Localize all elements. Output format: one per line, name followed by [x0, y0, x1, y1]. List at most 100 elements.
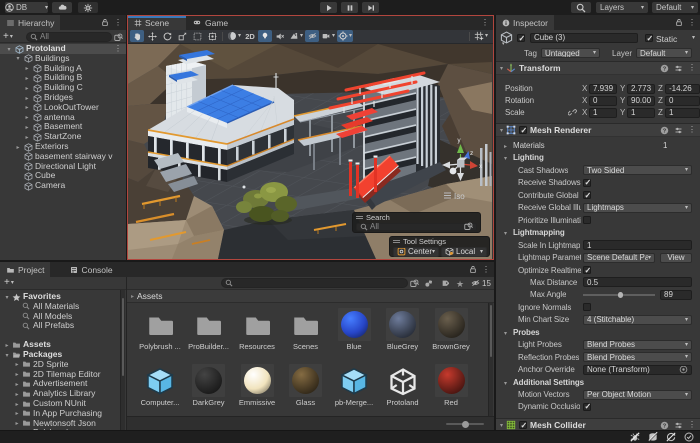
foldout-open-icon[interactable]: ▾: [504, 380, 507, 387]
foldout-closed-icon[interactable]: ▸: [23, 95, 31, 102]
foldout-open-icon[interactable]: ▾: [500, 422, 503, 429]
min-chart-size-dropdown[interactable]: 4 (Stitchable)▾: [583, 315, 692, 325]
scene-picker-icon[interactable]: [114, 33, 123, 42]
layer-dropdown[interactable]: Default▾: [636, 48, 692, 58]
save-search-star-icon[interactable]: ★: [456, 279, 464, 290]
asset-item-red[interactable]: Red: [428, 364, 474, 407]
gizmo-target-button[interactable]: ▾: [337, 30, 353, 42]
cloud-button[interactable]: [52, 2, 72, 13]
help-icon[interactable]: ?: [660, 126, 669, 135]
max-distance-field[interactable]: 0.5: [583, 277, 692, 287]
search-by-type-icon[interactable]: [410, 279, 419, 288]
component-enabled-checkbox[interactable]: [519, 421, 527, 429]
panel-menu-icon[interactable]: ⋮: [114, 19, 122, 27]
eye-crossed-button[interactable]: [305, 30, 319, 42]
light-probes-dropdown[interactable]: Blend Probes▾: [583, 340, 692, 350]
asset-item-glass[interactable]: Glass: [283, 364, 329, 407]
rotate-button[interactable]: [160, 30, 174, 42]
multi-tool-button[interactable]: [205, 30, 219, 42]
foldout-closed-icon[interactable]: ▸: [13, 420, 21, 427]
chevron-right-icon[interactable]: ▸: [131, 293, 134, 300]
max-angle-value-field[interactable]: 89: [660, 290, 692, 300]
asset-item-resources[interactable]: Resources: [234, 308, 280, 351]
contribute-global-checkbox[interactable]: [583, 191, 591, 199]
foldout-open-icon[interactable]: ▾: [500, 127, 503, 134]
preset-icon[interactable]: [674, 64, 683, 73]
hierarchy-item-camera[interactable]: Camera: [0, 181, 126, 191]
x-field[interactable]: 1: [589, 108, 617, 118]
asset-item-computer-[interactable]: Computer...: [137, 364, 183, 407]
y-field[interactable]: 1: [627, 108, 655, 118]
cache-crossed-icon[interactable]: [648, 432, 658, 442]
asset-item-emmissive[interactable]: Emmissive: [234, 364, 280, 407]
audio-muted-button[interactable]: [273, 30, 287, 42]
foldout-open-icon[interactable]: ▾: [3, 352, 11, 359]
foldout-closed-icon[interactable]: ▸: [13, 381, 21, 388]
cast-shadows-dropdown[interactable]: Two Sided▾: [583, 165, 692, 175]
receive-global-illu-dropdown[interactable]: Lightmaps▾: [583, 203, 692, 213]
bug-crossed-icon[interactable]: [630, 432, 640, 442]
search-filter-icon[interactable]: [464, 222, 473, 231]
lock-icon[interactable]: [101, 18, 109, 27]
asset-item-probuilder-[interactable]: ProBuilder...: [186, 308, 232, 351]
tab-project[interactable]: Project: [0, 262, 50, 277]
foldout-open-icon[interactable]: ▾: [504, 330, 507, 337]
foldout-closed-icon[interactable]: ▸: [3, 342, 11, 349]
move-button[interactable]: [145, 30, 159, 42]
check-circle-icon[interactable]: [684, 432, 694, 442]
account-button[interactable]: DB ▾: [5, 2, 48, 13]
scene-search-input[interactable]: All: [356, 223, 477, 232]
bulb-button[interactable]: [258, 30, 272, 42]
foldout-closed-icon[interactable]: ▸: [13, 371, 21, 378]
overlay-handle-icon[interactable]: [356, 215, 363, 221]
hierarchy-item-directional-light[interactable]: Directional Light: [0, 162, 126, 172]
motion-vectors-dropdown[interactable]: Per Object Motion▾: [583, 390, 692, 400]
foldout-closed-icon[interactable]: ▸: [23, 65, 31, 72]
pause-button[interactable]: [341, 2, 358, 13]
z-field[interactable]: 1: [665, 108, 700, 118]
object-name-field[interactable]: Cube (3): [530, 33, 638, 43]
receive-shadows-checkbox[interactable]: [583, 179, 591, 187]
foldout-closed-icon[interactable]: ▸: [23, 104, 31, 111]
foldout-closed-icon[interactable]: ▸: [23, 124, 31, 131]
search-by-import-icon[interactable]: [424, 279, 433, 288]
z-field[interactable]: -14.26: [665, 84, 700, 94]
active-checkbox[interactable]: [517, 34, 525, 42]
foldout-closed-icon[interactable]: ▸: [13, 361, 21, 368]
project-tree-item-all-prefabs[interactable]: All Prefabs: [0, 321, 120, 331]
foldout-closed-icon[interactable]: ▸: [23, 114, 31, 121]
step-button[interactable]: [362, 2, 379, 13]
mesh-renderer-header[interactable]: ▾ Mesh Renderer ? ⋮: [496, 123, 700, 137]
rect-tool-button[interactable]: [190, 30, 204, 42]
component-menu-icon[interactable]: ⋮: [688, 126, 696, 134]
search-by-label-icon[interactable]: [440, 279, 449, 288]
lock-icon[interactable]: [675, 18, 683, 27]
panel-menu-icon[interactable]: ⋮: [688, 19, 696, 27]
hierarchy-search-input[interactable]: All: [26, 32, 112, 42]
thumbnail-size-slider[interactable]: [446, 423, 484, 425]
foldout-open-icon[interactable]: ▾: [5, 46, 13, 53]
services-button[interactable]: [78, 2, 98, 13]
foldout-closed-icon[interactable]: ▸: [14, 144, 22, 151]
foldout-closed-icon[interactable]: ▸: [23, 75, 31, 82]
prioritize-illuminati-checkbox[interactable]: [583, 216, 591, 224]
asset-item-polybrush-[interactable]: Polybrush ...: [137, 308, 183, 351]
asset-item-scenes[interactable]: Scenes: [283, 308, 329, 351]
project-search-input[interactable]: [221, 278, 408, 288]
scale-button[interactable]: [175, 30, 189, 42]
pivot-mode-dropdown[interactable]: Center ▾: [393, 247, 439, 257]
asset-item-darkgrey[interactable]: DarkGrey: [186, 364, 232, 407]
mesh-collider-header[interactable]: ▾ Mesh Collider ? ⋮: [496, 418, 700, 430]
editor-search-button[interactable]: [571, 2, 591, 13]
asset-item-protoland[interactable]: Protoland: [380, 364, 426, 407]
asset-item-bluegrey[interactable]: BlueGrey: [380, 308, 426, 351]
reflection-probes-dropdown[interactable]: Blend Probes▾: [583, 352, 692, 362]
component-menu-icon[interactable]: ⋮: [688, 64, 696, 72]
x-field[interactable]: 0: [589, 96, 617, 106]
foldout-open-icon[interactable]: ▾: [14, 55, 22, 62]
asset-item-pb-merge-[interactable]: pb-Merge...: [331, 364, 377, 407]
component-menu-icon[interactable]: ⋮: [688, 421, 696, 429]
tag-dropdown[interactable]: Untagged▾: [541, 48, 600, 58]
preset-icon[interactable]: [674, 126, 683, 135]
foldout-open-icon[interactable]: ▾: [504, 230, 507, 237]
